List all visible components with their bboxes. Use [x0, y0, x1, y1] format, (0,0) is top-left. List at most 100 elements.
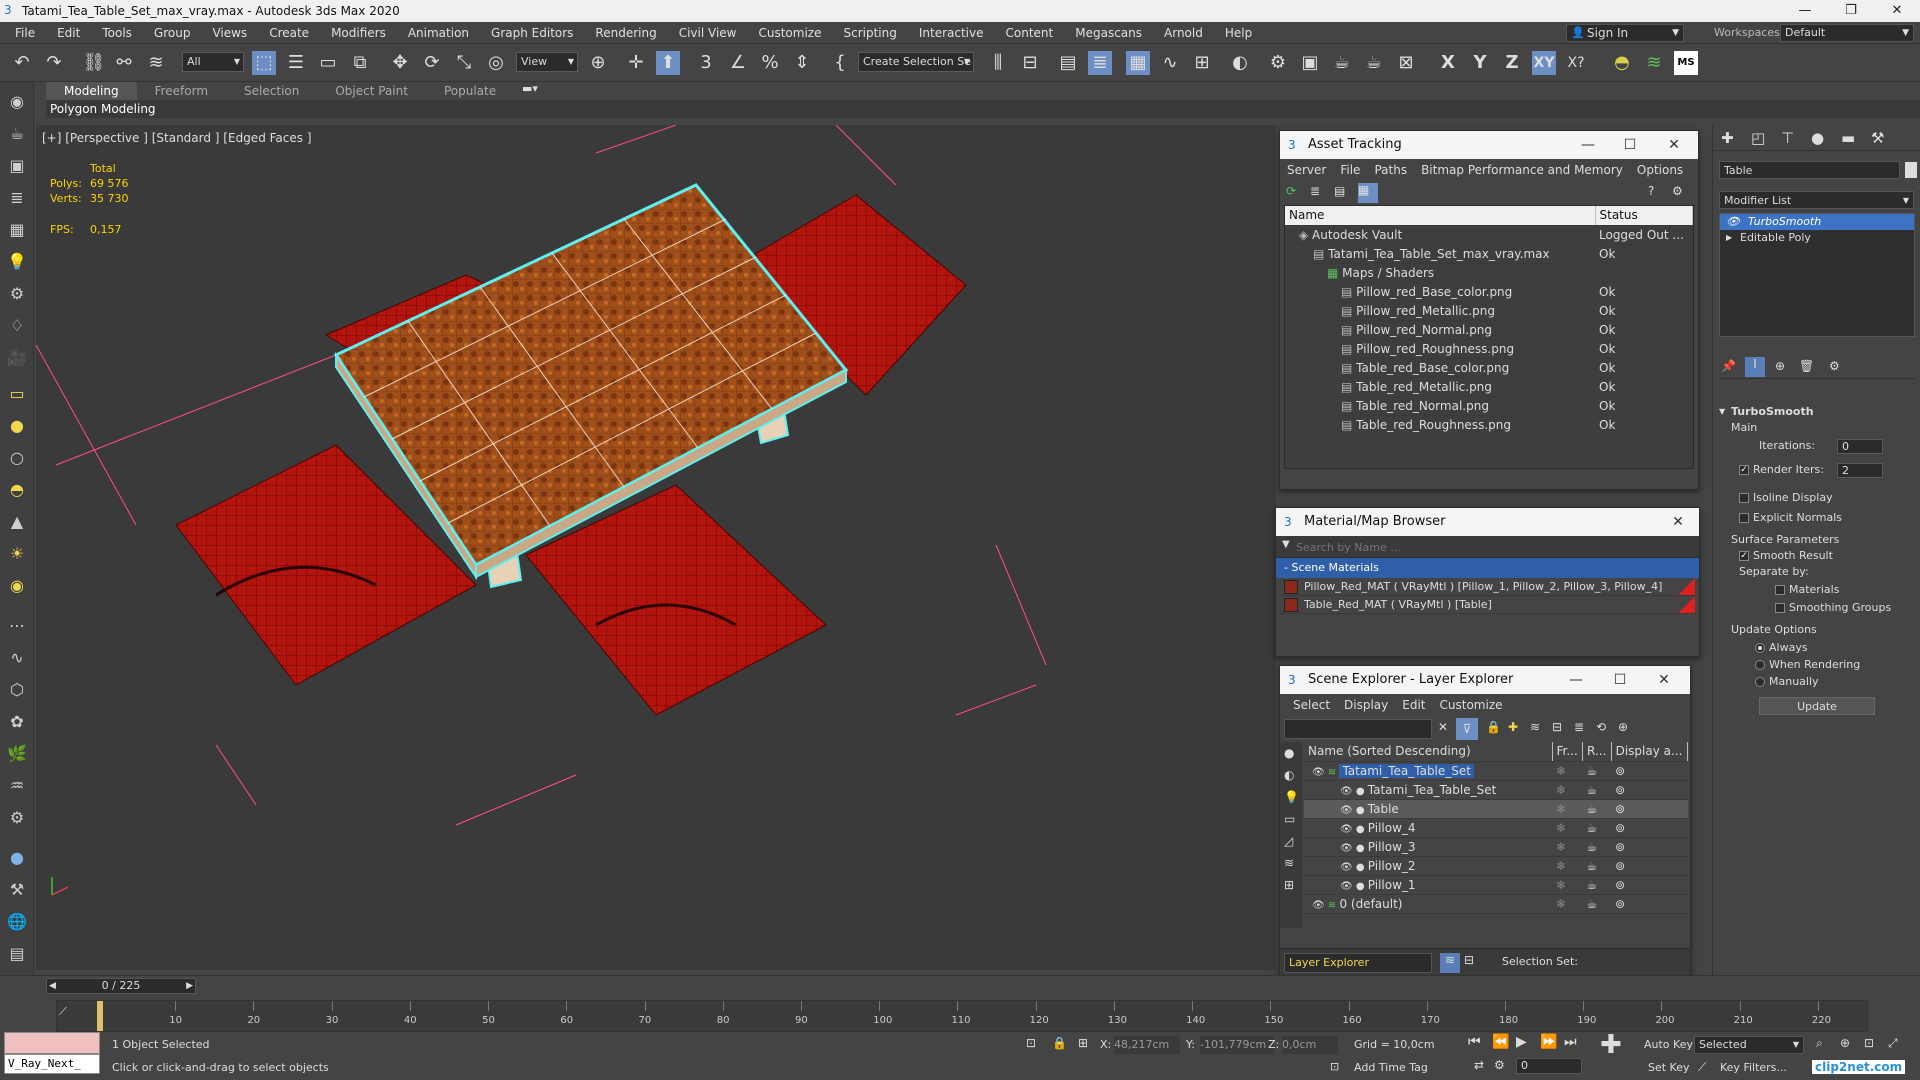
display-tab-icon[interactable]: ▬ [1841, 129, 1855, 147]
save-icon[interactable]: ▤ [5, 942, 29, 966]
render-icon[interactable]: ☕ [1582, 837, 1612, 857]
close-icon[interactable]: ✕ [1644, 666, 1684, 694]
particle-icon[interactable]: ⋯ [5, 614, 29, 638]
object-color-swatch[interactable] [1905, 162, 1917, 178]
display-cameras-icon[interactable]: ▭ [1284, 812, 1295, 826]
materials-checkbox[interactable] [1775, 585, 1785, 595]
window-crossing-icon[interactable]: ⧉ [348, 51, 372, 75]
asset-row[interactable]: ▤ Pillow_red_Normal.png Ok [1285, 320, 1693, 340]
object-name-field[interactable]: Table [1719, 161, 1900, 179]
box-icon[interactable]: ▣ [5, 154, 29, 178]
unlink-icon[interactable]: ⚯ [112, 51, 136, 75]
render-icon[interactable]: ☕ [1582, 875, 1612, 895]
close-icon[interactable]: ✕ [1874, 0, 1920, 22]
vray-icon[interactable]: ◓ [1610, 51, 1634, 75]
freeze-icon[interactable]: ❄ [1552, 818, 1583, 838]
ms-icon[interactable]: MS [1674, 51, 1698, 75]
current-frame-marker[interactable] [97, 1001, 103, 1031]
configure-modifier-icon[interactable]: ⚙ [1829, 359, 1840, 373]
plant-icon[interactable]: 🌿 [5, 742, 29, 766]
gear-icon[interactable]: ⚙ [5, 806, 29, 830]
schematic-view-icon[interactable]: ⊞ [1190, 51, 1214, 75]
ribbon-tab-object-paint[interactable]: Object Paint [317, 82, 426, 100]
render-production-icon[interactable]: ☕ [1330, 51, 1354, 75]
axis-constraint-icon[interactable]: X? [1564, 51, 1588, 75]
menu-rendering[interactable]: Rendering [584, 22, 667, 44]
isolate-selection-icon[interactable]: ⊡ [1026, 1036, 1036, 1050]
render-icon[interactable]: ☕ [1582, 799, 1612, 819]
menu-create[interactable]: Create [258, 22, 320, 44]
explorer-menu-display[interactable]: Display [1337, 694, 1395, 716]
render-icon[interactable]: ☕ [1582, 856, 1612, 876]
menu-graph-editors[interactable]: Graph Editors [480, 22, 584, 44]
select-object-icon[interactable]: ⬚ [252, 51, 276, 75]
axis-y-icon[interactable]: Y [1468, 51, 1492, 75]
y-coordinate-field[interactable]: -101,779cm [1200, 1036, 1274, 1054]
tree-icon[interactable]: ▤ [1334, 184, 1352, 202]
ribbon-tab-freeform[interactable]: Freeform [137, 82, 226, 100]
utilities-icon[interactable]: ⚒ [5, 878, 29, 902]
column-status[interactable]: Status [1595, 206, 1693, 226]
placement-icon[interactable]: ◎ [484, 51, 508, 75]
globe-icon[interactable]: 🌐 [5, 910, 29, 934]
display-as-box-icon[interactable]: ⊚ [1611, 894, 1688, 914]
go-to-end-icon[interactable]: ⏭ [1564, 1034, 1577, 1050]
visibility-eye-icon[interactable]: 👁 [1340, 824, 1356, 835]
menu-megascans[interactable]: Megascans [1064, 22, 1153, 44]
asset-row[interactable]: ▦ Maps / Shaders [1285, 263, 1693, 283]
lock-icon[interactable]: 🔒 [1486, 720, 1501, 734]
curve-editor-icon[interactable]: ∿ [1158, 51, 1182, 75]
menu-edit[interactable]: Edit [46, 22, 91, 44]
iterations-spinner[interactable]: 0 [1837, 439, 1883, 454]
select-by-name-icon[interactable]: ☰ [284, 51, 308, 75]
create-tab-icon[interactable]: ✚ [1721, 129, 1734, 147]
ribbon-tab-populate[interactable]: Populate [426, 82, 514, 100]
spline-icon[interactable]: ∿ [5, 646, 29, 670]
column-name-sorted[interactable]: Name (Sorted Descending) [1304, 742, 1553, 762]
sign-in-dropdown[interactable]: 👤 Sign In ▼ [1566, 24, 1684, 42]
key-mode-icon[interactable]: ⇄ [1474, 1058, 1484, 1072]
cone-icon[interactable]: ▲ [5, 510, 29, 534]
display-as-box-icon[interactable]: ⊚ [1611, 799, 1688, 819]
render-icon[interactable]: ☕ [1582, 761, 1612, 781]
display-groups-icon[interactable]: ⊞ [1284, 878, 1294, 892]
zoom-icon[interactable]: ⌕ [1816, 1036, 1823, 1051]
key-filters-button[interactable]: Key Filters... [1720, 1061, 1787, 1074]
menu-interactive[interactable]: Interactive [908, 22, 995, 44]
play-icon[interactable]: ▶ [1516, 1034, 1527, 1050]
menu-tools[interactable]: Tools [91, 22, 143, 44]
add-time-tag[interactable]: Add Time Tag [1354, 1061, 1428, 1074]
asset-menu-server[interactable]: Server [1280, 159, 1333, 181]
layers-icon[interactable]: ≋ [1530, 720, 1540, 734]
minimize-icon[interactable]: — [1556, 666, 1596, 694]
freeze-icon[interactable]: ❄ [1552, 761, 1583, 781]
explorer-menu-edit[interactable]: Edit [1395, 694, 1432, 716]
asset-row[interactable]: ▤ Table_red_Normal.png Ok [1285, 396, 1693, 416]
spinner-snap-icon[interactable]: ⇕ [790, 51, 814, 75]
prev-key-icon[interactable]: ⏪ [1492, 1034, 1509, 1050]
plane-icon[interactable]: ▭ [5, 382, 29, 406]
light-icon[interactable]: 💡 [5, 250, 29, 274]
close-icon[interactable]: ✕ [1658, 508, 1698, 536]
eye-icon[interactable]: 👁 [1726, 214, 1740, 230]
toggle-scene-explorer-icon[interactable]: ▤ [1056, 51, 1080, 75]
scene-materials-header[interactable]: - Scene Materials [1276, 558, 1699, 578]
filter-icon[interactable]: ⊽ [1456, 718, 1478, 740]
material-item[interactable]: Table_Red_MAT ( VRayMtl ) [Table] [1276, 596, 1699, 614]
maxscript-input[interactable]: V_Ray_Next_ [4, 1054, 100, 1074]
pin-stack-icon[interactable]: 📌 [1721, 359, 1736, 373]
freeze-icon[interactable]: ❄ [1552, 856, 1583, 876]
refresh-icon[interactable]: ⟳ [1286, 184, 1304, 202]
mirror-icon[interactable]: ⫼ [986, 51, 1010, 75]
teapot-icon[interactable]: ☕ [5, 122, 29, 146]
menu-modifiers[interactable]: Modifiers [320, 22, 397, 44]
freeze-icon[interactable]: ❄ [1552, 799, 1583, 819]
display-as-box-icon[interactable]: ⊚ [1611, 837, 1688, 857]
toggle-layer-explorer-icon[interactable]: ≣ [1088, 51, 1112, 75]
track-bar-icon[interactable]: ⟋ [59, 1005, 67, 1019]
explorer-row[interactable]: 👁 ● Pillow_3 ❄ ☕ ⊚ [1304, 837, 1688, 857]
current-frame-field[interactable]: 0 [1516, 1058, 1582, 1074]
table-view-icon[interactable]: ▦ [1358, 183, 1378, 203]
move-icon[interactable]: ✥ [388, 51, 412, 75]
ribbon-options-icon[interactable]: ▬▾ [522, 82, 538, 95]
